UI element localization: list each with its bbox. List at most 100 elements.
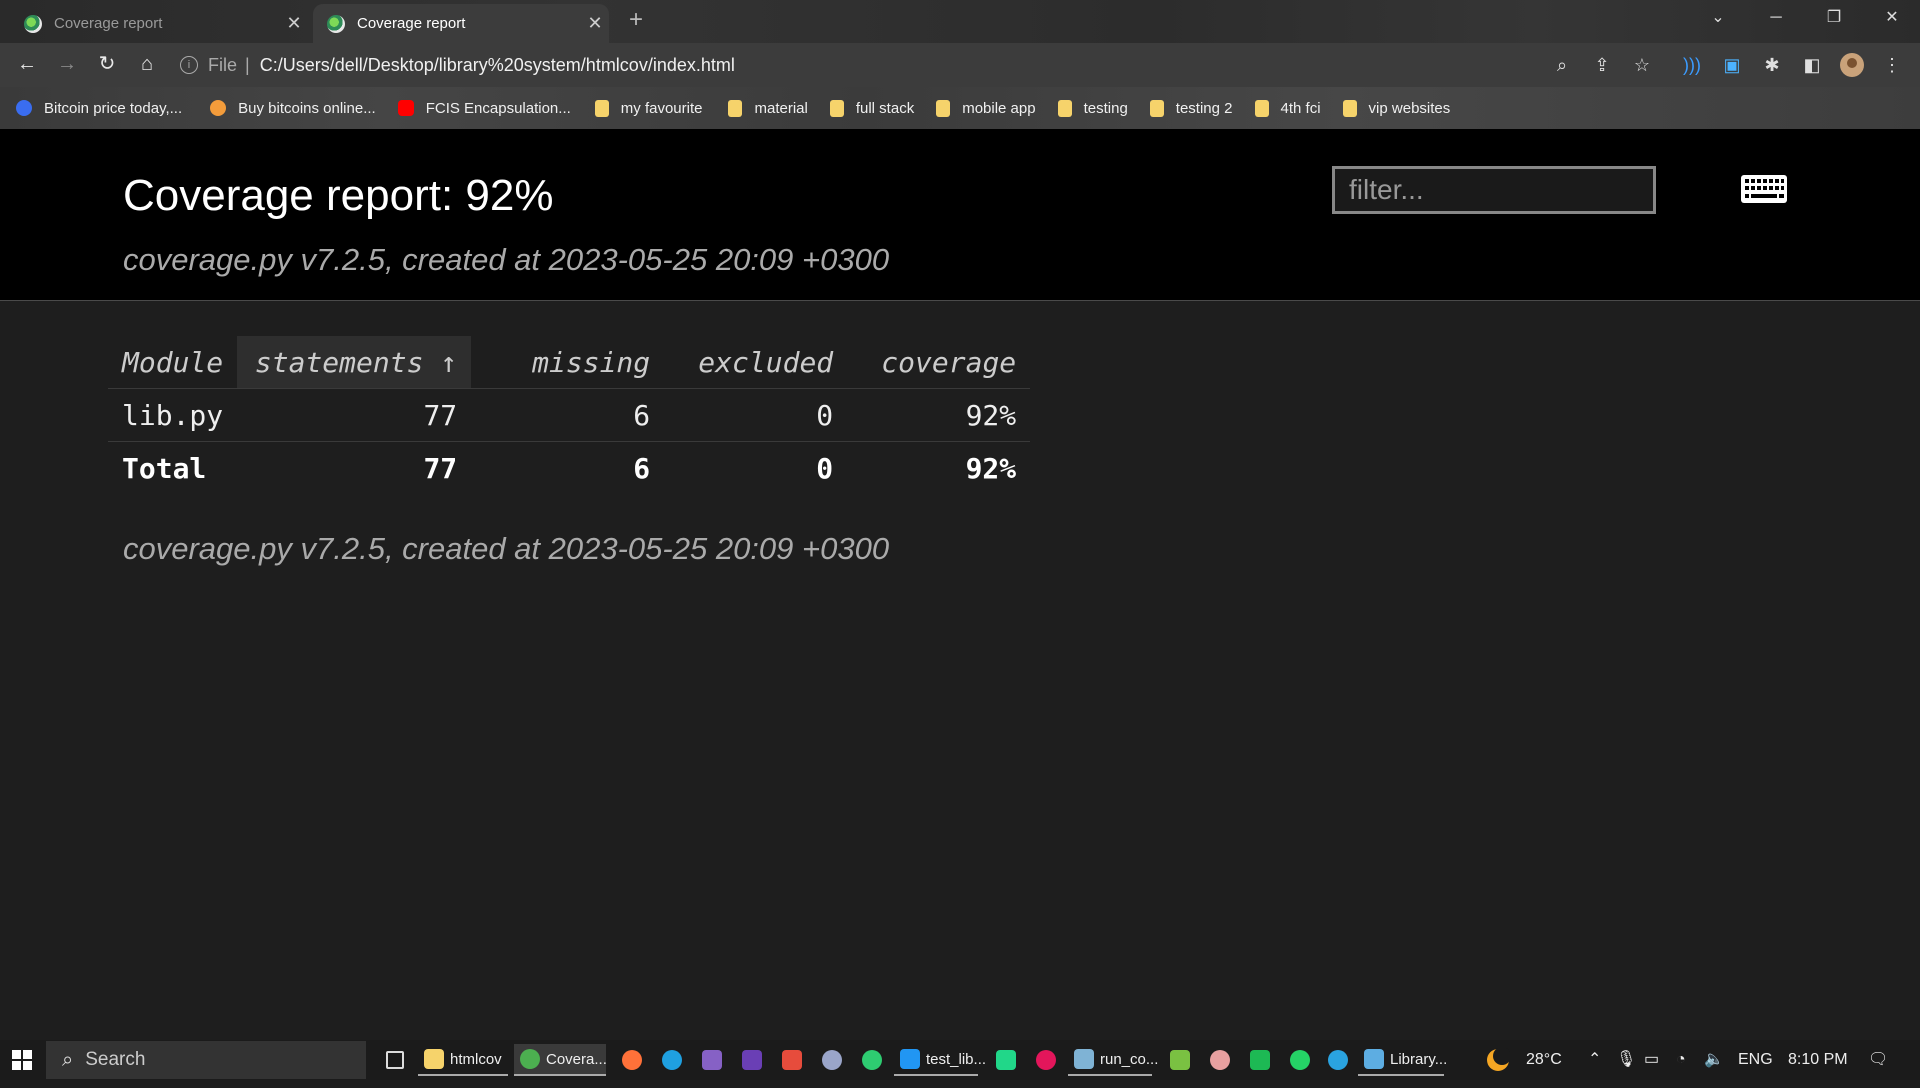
taskbar-label: Covera... bbox=[546, 1050, 607, 1068]
bookmark-buy-bitcoins[interactable]: Buy bitcoins online... bbox=[210, 100, 376, 117]
extensions-puzzle-icon[interactable]: ✱ bbox=[1760, 53, 1784, 77]
bookmark-folder-4th-fci[interactable]: 4th fci bbox=[1254, 99, 1321, 117]
menu-kebab-icon[interactable]: ⋮ bbox=[1880, 53, 1904, 77]
youtube-icon bbox=[397, 100, 414, 116]
taskbar-label: Library... bbox=[1390, 1050, 1448, 1068]
search-label: Search bbox=[85, 1049, 146, 1070]
back-arrow-icon[interactable]: ← bbox=[12, 49, 42, 79]
bookmark-label: FCIS Encapsulation... bbox=[425, 99, 571, 117]
taskbar-label: htmlcov bbox=[450, 1050, 502, 1068]
apps-grid-icon[interactable] bbox=[776, 1044, 808, 1076]
telegram-icon[interactable] bbox=[1322, 1044, 1354, 1076]
vscode-icon bbox=[900, 1049, 920, 1069]
header-module[interactable]: Module bbox=[108, 336, 237, 389]
reload-icon[interactable]: ↻ bbox=[92, 49, 122, 79]
app-green-icon[interactable] bbox=[1244, 1044, 1276, 1076]
git-client-icon[interactable] bbox=[856, 1044, 888, 1076]
visual-studio-icon[interactable] bbox=[696, 1044, 728, 1076]
bookmark-star-icon[interactable]: ☆ bbox=[1630, 53, 1654, 77]
header-excluded[interactable]: excluded bbox=[664, 336, 847, 389]
minimize-icon[interactable]: ─ bbox=[1748, 0, 1804, 38]
app-oo-icon[interactable] bbox=[1030, 1044, 1062, 1076]
bookmark-folder-my-favourite[interactable]: my favourite bbox=[594, 99, 702, 117]
restore-icon[interactable]: ❐ bbox=[1806, 0, 1862, 38]
bookmark-label: mobile app bbox=[962, 99, 1036, 117]
task-view-icon[interactable] bbox=[380, 1044, 410, 1076]
notepad-plus-icon[interactable] bbox=[1164, 1044, 1196, 1076]
language-indicator[interactable]: ENG bbox=[1738, 1040, 1773, 1080]
bookmark-folder-material[interactable]: material bbox=[728, 99, 808, 117]
taskbar-chrome[interactable]: Covera... bbox=[514, 1044, 607, 1076]
app-circle-icon[interactable] bbox=[816, 1044, 848, 1076]
taskbar-htmlcov[interactable]: htmlcov bbox=[418, 1044, 508, 1076]
visual-studio-2-icon[interactable] bbox=[736, 1044, 768, 1076]
firefox-icon[interactable] bbox=[616, 1044, 648, 1076]
wifi-icon[interactable]: ◔ bbox=[1676, 1040, 1686, 1080]
total-statements: 77 bbox=[237, 441, 472, 494]
coverage-favicon-icon bbox=[24, 14, 42, 33]
tab-title: Coverage report bbox=[357, 15, 466, 32]
clock[interactable]: 8:10 PM bbox=[1788, 1040, 1848, 1080]
header-statements[interactable]: statements ↑ bbox=[237, 336, 472, 389]
notifications-icon[interactable]: 🗨 bbox=[1868, 1040, 1888, 1080]
report-meta: coverage.py v7.2.5, created at 2023-05-2… bbox=[123, 242, 890, 277]
coverage-table: Module statements ↑ missing excluded cov… bbox=[108, 336, 1031, 494]
bookmark-label: testing bbox=[1083, 99, 1128, 117]
browser-toolbar: ← → ↻ ⌂ i File | C:/Users/dell/Desktop/l… bbox=[0, 43, 1920, 87]
tab-coverage-report-1[interactable]: Coverage report ✕ bbox=[10, 4, 308, 43]
taskbar-notepad[interactable]: run_co... bbox=[1068, 1044, 1158, 1076]
bookmark-folder-testing-2[interactable]: testing 2 bbox=[1149, 99, 1233, 117]
extension-monitor-icon[interactable]: ▣ bbox=[1720, 53, 1744, 77]
close-icon[interactable]: ✕ bbox=[581, 13, 609, 34]
bookmark-fcis[interactable]: FCIS Encapsulation... bbox=[397, 99, 571, 117]
share-icon[interactable]: ⇪ bbox=[1590, 53, 1614, 77]
windows-start-icon[interactable] bbox=[12, 1050, 32, 1070]
read-aloud-icon[interactable]: ))) bbox=[1680, 53, 1704, 77]
close-icon[interactable]: ✕ bbox=[280, 13, 308, 34]
battery-icon[interactable]: ▭ bbox=[1644, 1040, 1659, 1080]
bookmark-folder-testing[interactable]: testing bbox=[1057, 99, 1128, 117]
folder-icon bbox=[936, 99, 951, 117]
chevron-up-icon[interactable]: ⌃ bbox=[1588, 1040, 1601, 1080]
url-text[interactable]: C:/Users/dell/Desktop/library%20system/h… bbox=[260, 55, 735, 76]
info-icon[interactable]: i bbox=[180, 56, 198, 74]
bookmark-label: Bitcoin price today,... bbox=[44, 99, 183, 117]
bookmark-folder-vip-websites[interactable]: vip websites bbox=[1342, 99, 1451, 117]
bookmark-folder-mobile-app[interactable]: mobile app bbox=[936, 99, 1036, 117]
header-missing[interactable]: missing bbox=[471, 336, 664, 389]
profile-avatar[interactable] bbox=[1840, 53, 1864, 77]
weather-temp[interactable]: 28°C bbox=[1526, 1040, 1562, 1080]
window-close-icon[interactable]: ✕ bbox=[1864, 0, 1920, 38]
volume-icon[interactable]: 🔈 bbox=[1704, 1040, 1724, 1080]
bookmark-label: vip websites bbox=[1368, 99, 1451, 117]
header-coverage[interactable]: coverage bbox=[847, 336, 1030, 389]
zoom-icon[interactable]: ⌕ bbox=[1550, 53, 1574, 77]
taskbar-library[interactable]: Library... bbox=[1358, 1044, 1448, 1076]
forward-arrow-icon[interactable]: → bbox=[52, 49, 82, 79]
bitcoin-icon bbox=[210, 100, 227, 116]
new-tab-button[interactable]: + bbox=[622, 6, 650, 34]
app-brain-icon[interactable] bbox=[1204, 1044, 1236, 1076]
notepad-icon bbox=[1074, 1049, 1094, 1069]
tab-search-chevron-icon[interactable]: ⌄ bbox=[1690, 0, 1746, 38]
side-panel-icon[interactable]: ◧ bbox=[1800, 53, 1824, 77]
bookmark-label: full stack bbox=[855, 99, 915, 117]
address-bar[interactable]: i File | C:/Users/dell/Desktop/library%2… bbox=[180, 49, 735, 81]
bookmark-folder-full-stack[interactable]: full stack bbox=[829, 99, 915, 117]
home-icon[interactable]: ⌂ bbox=[132, 49, 162, 79]
module-link[interactable]: lib.py bbox=[108, 388, 238, 442]
bookmark-label: 4th fci bbox=[1280, 99, 1321, 117]
taskbar-search[interactable]: ⌕ Search bbox=[46, 1041, 366, 1079]
bookmark-label: Buy bitcoins online... bbox=[238, 99, 376, 117]
filter-input[interactable] bbox=[1332, 166, 1656, 214]
tab-coverage-report-2[interactable]: Coverage report ✕ bbox=[313, 4, 609, 43]
pycharm-icon[interactable] bbox=[990, 1044, 1022, 1076]
footer-meta: coverage.py v7.2.5, created at 2023-05-2… bbox=[123, 531, 890, 566]
keyboard-icon[interactable] bbox=[1741, 175, 1787, 203]
whatsapp-icon[interactable] bbox=[1284, 1044, 1316, 1076]
microphone-icon[interactable]: 🎙 bbox=[1616, 1040, 1636, 1080]
edge-icon[interactable] bbox=[656, 1044, 688, 1076]
weather-moon-icon[interactable] bbox=[1486, 1040, 1511, 1080]
taskbar-vscode[interactable]: test_lib... bbox=[894, 1044, 986, 1076]
bookmark-bitcoin-price[interactable]: Bitcoin price today,... bbox=[16, 100, 182, 117]
